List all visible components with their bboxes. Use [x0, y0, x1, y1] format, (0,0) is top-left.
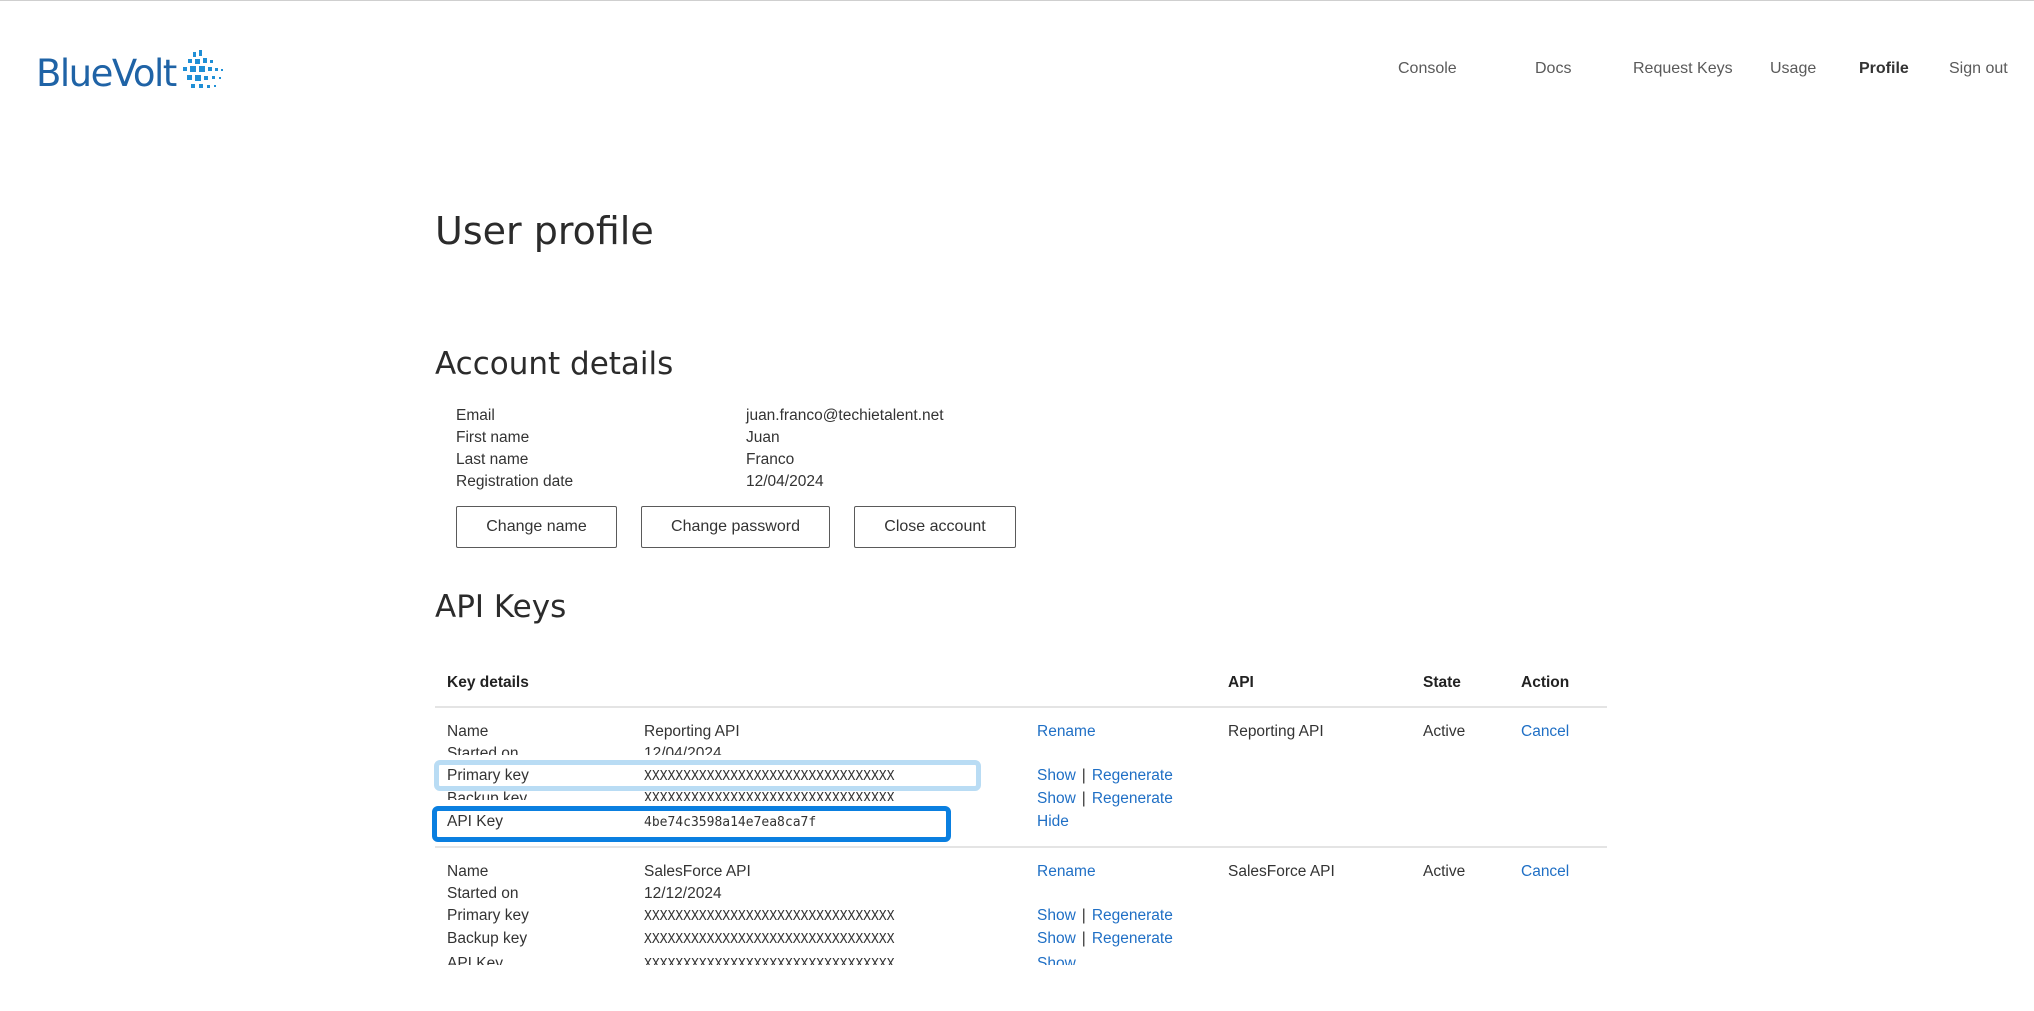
separator: |: [1081, 930, 1086, 947]
separator: |: [1081, 790, 1086, 807]
backup-key-label: Backup key: [447, 790, 528, 800]
subscription-name: Reporting API: [644, 723, 740, 740]
backup-key-actions: Show | Regenerate: [1037, 790, 1173, 808]
started-on-label: Started on: [447, 885, 519, 902]
table-body: Name Reporting API Rename Reporting API …: [0, 0, 2034, 965]
backup-key-value: XXXXXXXXXXXXXXXXXXXXXXXXXXXXXXXX: [644, 932, 895, 947]
regenerate-primary-link[interactable]: Regenerate: [1092, 907, 1173, 924]
regenerate-primary-link[interactable]: Regenerate: [1092, 767, 1173, 784]
rename-link[interactable]: Rename: [1037, 863, 1096, 881]
subscription-name: SalesForce API: [644, 863, 751, 880]
api-key-highlight: [432, 806, 951, 842]
name-label: Name: [447, 723, 489, 740]
show-api-key-link[interactable]: Show: [1037, 955, 1076, 965]
api-key-label: API Key: [447, 955, 503, 965]
state-value: Active: [1423, 723, 1466, 740]
api-name: Reporting API: [1228, 723, 1324, 740]
primary-key-actions: Show | Regenerate: [1037, 767, 1173, 785]
show-backup-link[interactable]: Show: [1037, 930, 1076, 947]
show-primary-link[interactable]: Show: [1037, 907, 1076, 924]
primary-key-highlight: [434, 760, 981, 791]
rename-link[interactable]: Rename: [1037, 723, 1096, 741]
backup-key-label: Backup key: [447, 930, 528, 947]
state-value: Active: [1423, 863, 1466, 880]
name-label: Name: [447, 863, 489, 880]
show-backup-link[interactable]: Show: [1037, 790, 1076, 807]
separator: |: [1081, 907, 1086, 924]
cancel-link[interactable]: Cancel: [1521, 863, 1569, 881]
separator: |: [1081, 767, 1086, 784]
backup-key-value: XXXXXXXXXXXXXXXXXXXXXXXXXXXXXXXX: [644, 791, 895, 801]
row-divider: [435, 846, 1607, 848]
api-key-value: XXXXXXXXXXXXXXXXXXXXXXXXXXXXXXXX: [644, 957, 895, 965]
regenerate-backup-link[interactable]: Regenerate: [1092, 790, 1173, 807]
api-name: SalesForce API: [1228, 863, 1335, 880]
started-on-label: Started on: [447, 745, 519, 755]
cancel-link[interactable]: Cancel: [1521, 723, 1569, 741]
show-primary-link[interactable]: Show: [1037, 767, 1076, 784]
started-on-value: 12/12/2024: [644, 885, 722, 902]
primary-key-actions: Show | Regenerate: [1037, 907, 1173, 925]
backup-key-actions: Show | Regenerate: [1037, 930, 1173, 948]
started-on-value: 12/04/2024: [644, 745, 722, 755]
primary-key-value: XXXXXXXXXXXXXXXXXXXXXXXXXXXXXXXX: [644, 909, 895, 924]
hide-api-key-link[interactable]: Hide: [1037, 813, 1069, 831]
primary-key-label: Primary key: [447, 907, 529, 924]
regenerate-backup-link[interactable]: Regenerate: [1092, 930, 1173, 947]
